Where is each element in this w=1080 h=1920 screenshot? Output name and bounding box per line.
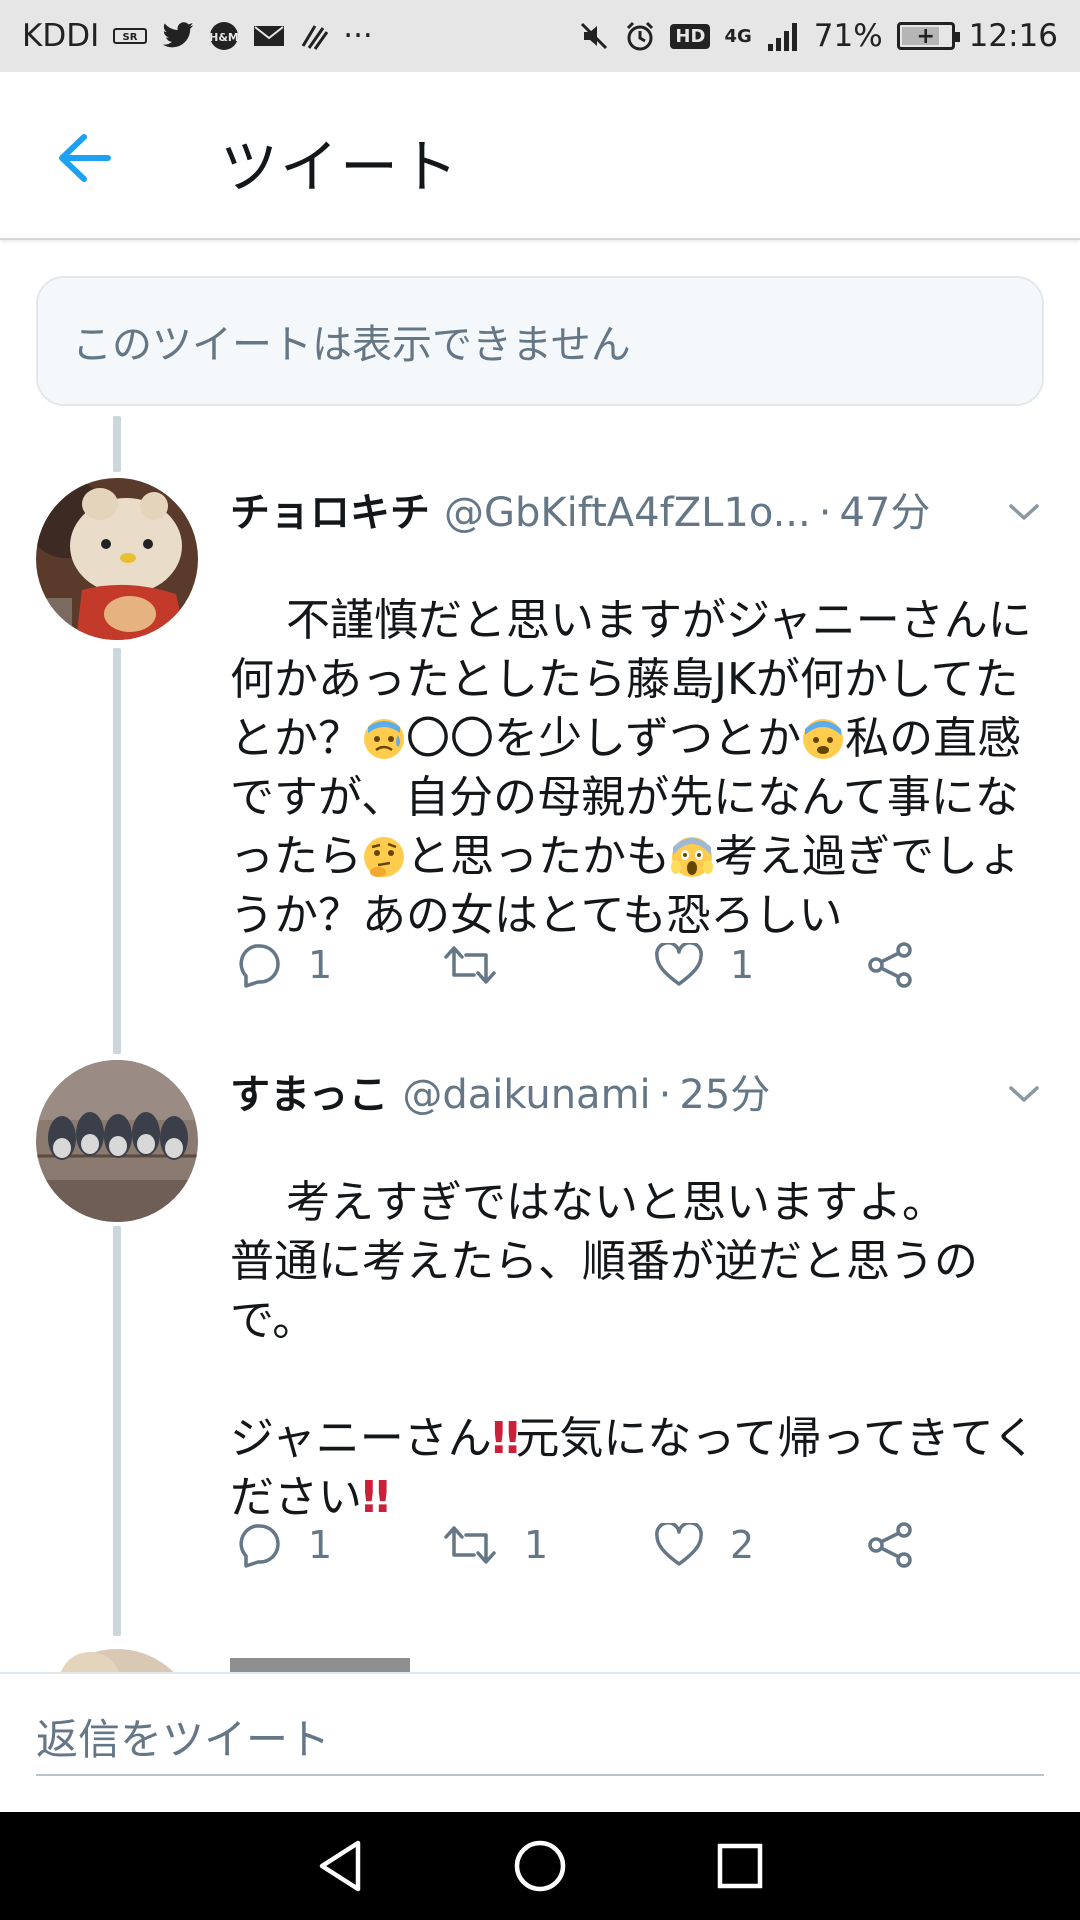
- tweet-text-part: 〇〇を少しずつとか: [406, 713, 802, 764]
- signal-misc-icon: [299, 22, 329, 50]
- tweet-menu-button[interactable]: [1002, 1072, 1046, 1116]
- heart-icon: [655, 1523, 703, 1566]
- thinking-face-emoji: [364, 837, 404, 877]
- square-recents-icon: [717, 1843, 763, 1889]
- tweet-item[interactable]: すまっこ @daikunami · 25分 考えすぎではないと思いますよ。 普通…: [0, 1050, 1080, 1630]
- mail-icon: [253, 24, 285, 48]
- like-button[interactable]: 1: [654, 930, 754, 1000]
- user-handle[interactable]: @GbKiftA4fZL1o...: [444, 490, 811, 536]
- retweet-icon: [444, 946, 496, 984]
- hm-icon: H&M: [209, 21, 239, 51]
- circle-home-icon: [514, 1840, 566, 1892]
- retweet-button[interactable]: [442, 930, 524, 1000]
- thread-line: [113, 416, 121, 472]
- sweat-face-emoji: [364, 719, 404, 759]
- triangle-back-icon: [319, 1840, 361, 1892]
- system-nav-bar: [0, 1812, 1080, 1920]
- fearful-face-emoji: [803, 719, 844, 759]
- twitter-bird-icon: [161, 22, 195, 50]
- share-button[interactable]: [866, 1510, 914, 1580]
- chevron-down-icon: [1009, 1086, 1039, 1102]
- tweet-actions: 1 1 2: [230, 1510, 990, 1580]
- overflow-dots: ···: [343, 18, 373, 54]
- scream-face-emoji: [671, 837, 713, 877]
- avatar: [60, 1649, 410, 1672]
- retweet-icon: [444, 1526, 496, 1564]
- share-icon: [868, 1522, 912, 1568]
- avatar[interactable]: [36, 1060, 198, 1222]
- retweet-count: 1: [524, 1523, 549, 1567]
- nav-recents-button[interactable]: [704, 1830, 776, 1902]
- separator-dot: ·: [818, 490, 832, 536]
- status-bar: KDDI SR H&M ··· HD 4G 71% + 12:16: [0, 0, 1080, 72]
- tweet-actions: 1 1: [230, 930, 990, 1000]
- tweet-item[interactable]: チョロキチ @GbKiftA4fZL1o... · 47分 不謹慎だと思いますが…: [0, 470, 1080, 1030]
- reply-icon: [239, 1524, 280, 1568]
- battery-icon: +: [896, 22, 960, 50]
- share-button[interactable]: [866, 930, 914, 1000]
- retweet-button[interactable]: 1: [442, 1510, 548, 1580]
- reply-count: 1: [308, 1523, 333, 1567]
- like-count: 1: [730, 943, 755, 987]
- display-name[interactable]: チョロキチ: [230, 480, 430, 538]
- unavailable-tweet-notice: このツイートは表示できません: [36, 276, 1044, 406]
- next-tweet-peek[interactable]: [0, 1640, 1080, 1672]
- nav-home-button[interactable]: [504, 1830, 576, 1902]
- reply-input[interactable]: [36, 1704, 1044, 1776]
- tweet-header: チョロキチ @GbKiftA4fZL1o... · 47分: [230, 480, 930, 538]
- like-count: 2: [730, 1523, 755, 1567]
- tweet-menu-button[interactable]: [1002, 490, 1046, 534]
- heart-icon: [655, 943, 703, 986]
- tweet-time[interactable]: 47分: [839, 480, 930, 538]
- carrier-label: KDDI: [22, 18, 100, 54]
- reply-icon: [239, 944, 280, 988]
- sr-icon: SR: [113, 26, 148, 46]
- network-type: 4G: [724, 25, 752, 47]
- app-header: ツイート: [0, 72, 1080, 240]
- signal-bars-icon: [766, 20, 800, 52]
- unavailable-text: このツイートは表示できません: [72, 322, 631, 368]
- share-icon: [868, 942, 912, 988]
- double-exclamation-emoji: ‼: [491, 1413, 520, 1464]
- avatar[interactable]: [36, 478, 198, 640]
- chevron-down-icon: [1009, 504, 1039, 520]
- mute-icon: [578, 20, 610, 52]
- nav-back-button[interactable]: [304, 1830, 376, 1902]
- user-handle[interactable]: @daikunami: [402, 1072, 650, 1118]
- alarm-icon: [624, 20, 656, 52]
- reply-count: 1: [308, 943, 333, 987]
- tweet-header: すまっこ @daikunami · 25分: [230, 1062, 770, 1120]
- page-title: ツイート: [220, 133, 461, 201]
- hd-badge: HD: [670, 23, 711, 49]
- arrow-left-icon: [59, 134, 111, 182]
- svg-text:SR: SR: [123, 32, 138, 43]
- back-button[interactable]: [52, 126, 116, 190]
- reply-bar: [0, 1672, 1080, 1812]
- display-name[interactable]: すまっこ: [230, 1062, 388, 1120]
- reply-button[interactable]: 1: [234, 930, 332, 1000]
- tweet-text-part: と思ったかも: [406, 831, 670, 882]
- like-button[interactable]: 2: [654, 1510, 754, 1580]
- separator-dot: ·: [658, 1072, 672, 1118]
- reply-button[interactable]: 1: [234, 1510, 332, 1580]
- clock: 12:16: [968, 18, 1058, 54]
- svg-text:H&M: H&M: [209, 31, 239, 44]
- battery-percent: 71%: [813, 18, 883, 54]
- tweet-time[interactable]: 25分: [679, 1062, 770, 1120]
